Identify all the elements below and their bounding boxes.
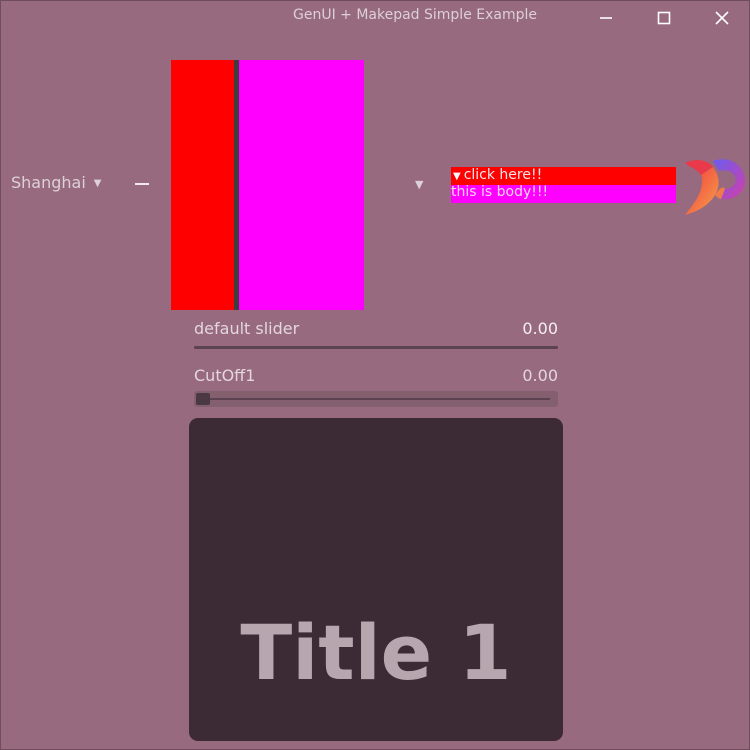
title-bar[interactable]: GenUI + Makepad Simple Example — [1, 1, 749, 35]
slider-value[interactable]: 0.00 — [522, 366, 558, 385]
slider-track[interactable] — [194, 346, 558, 349]
app-window: GenUI + Makepad Simple Example Shanghai ▼… — [0, 0, 750, 750]
slider-value[interactable]: 0.00 — [522, 319, 558, 338]
slider-label: default slider — [194, 319, 300, 338]
slider-label: CutOff1 — [194, 366, 256, 385]
splitter-panel — [171, 60, 364, 310]
fold-body-text: this is body!!! — [451, 185, 549, 200]
minimize-icon — [600, 17, 612, 19]
city-dropdown-value: Shanghai — [11, 173, 86, 192]
makepad-logo-icon — [685, 159, 745, 215]
splitter-left-pane — [171, 60, 234, 310]
fold-header-label: click here!! — [463, 167, 543, 183]
chevron-down-icon: ▼ — [93, 178, 102, 189]
card-title: Title 1 — [240, 608, 512, 697]
dropdown-caret-icon[interactable]: ▼ — [415, 178, 423, 191]
minus-button[interactable] — [135, 183, 149, 185]
slider-thumb[interactable] — [196, 393, 210, 405]
fold-body: this is body!!! — [451, 185, 676, 203]
close-button[interactable] — [707, 5, 737, 31]
fold-header[interactable]: ▼ click here!! — [451, 167, 676, 185]
default-slider[interactable]: default slider 0.00 — [194, 319, 558, 353]
fold-triangle-icon: ▼ — [453, 171, 461, 182]
slider-track[interactable] — [194, 391, 558, 407]
slider-track-line — [204, 398, 550, 400]
minimize-button[interactable] — [591, 5, 621, 31]
cutoff-slider[interactable]: CutOff1 0.00 — [194, 366, 558, 411]
window-title: GenUI + Makepad Simple Example — [292, 7, 537, 23]
title-card: Title 1 — [189, 418, 563, 741]
maximize-icon — [657, 11, 671, 25]
maximize-button[interactable] — [649, 5, 679, 31]
close-icon — [715, 11, 729, 25]
splitter-right-pane — [239, 60, 364, 310]
city-dropdown[interactable]: Shanghai ▼ — [11, 173, 102, 195]
